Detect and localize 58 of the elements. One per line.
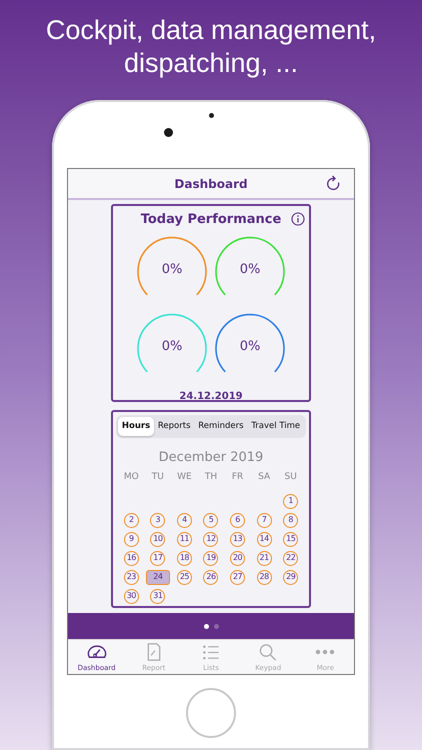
more-icon — [315, 649, 336, 655]
calendar-day[interactable]: 15 — [283, 532, 298, 547]
camera — [164, 128, 173, 137]
page-dot[interactable] — [204, 624, 208, 628]
calendar-day[interactable]: 22 — [283, 550, 298, 566]
weekday-label: FR — [230, 471, 244, 484]
info-icon[interactable] — [291, 212, 305, 226]
weekday-label: SA — [257, 471, 272, 484]
calendar-day[interactable]: 30 — [124, 588, 139, 604]
calendar-day[interactable]: 5 — [203, 512, 218, 528]
calendar-day[interactable]: 14 — [256, 532, 272, 547]
calendar-day[interactable]: 6 — [230, 512, 246, 528]
calendar-day[interactable]: 20 — [230, 550, 246, 566]
weekday-label: TU — [150, 471, 165, 484]
page-dot[interactable] — [214, 624, 218, 628]
segment-tab[interactable]: Hours — [118, 417, 154, 436]
calendar-day[interactable]: 29 — [283, 570, 298, 585]
calendar-day[interactable]: 9 — [124, 532, 139, 547]
gauge-value: 0% — [162, 260, 182, 279]
segment-tab[interactable]: Reminders — [194, 417, 248, 436]
calendar-day[interactable]: 27 — [230, 570, 246, 585]
segment-tab[interactable]: Travel Time — [247, 417, 304, 436]
month-title: December 2019 — [158, 448, 264, 467]
gauge-value: 0% — [240, 338, 260, 356]
calendar-day[interactable]: 16 — [124, 550, 139, 566]
calendar-day[interactable]: 17 — [150, 550, 166, 566]
card-title: Today Performance — [140, 211, 282, 229]
calendar-day[interactable]: 18 — [176, 550, 192, 566]
calendar-day[interactable]: 2 — [124, 512, 139, 528]
calendar-day[interactable]: 25 — [176, 570, 192, 585]
weekday-label: TH — [204, 471, 218, 484]
calendar-day[interactable]: 13 — [230, 532, 246, 547]
calendar-day[interactable]: 19 — [203, 550, 218, 566]
calendar-day[interactable]: 12 — [203, 532, 218, 547]
calendar-day[interactable]: 28 — [256, 570, 272, 585]
calendar-day[interactable]: 23 — [124, 570, 139, 585]
speaker — [208, 113, 214, 118]
weekday-label: WE — [176, 471, 193, 484]
calendar-day[interactable]: 7 — [256, 512, 272, 528]
date-label: 24.12.2019 — [178, 390, 244, 404]
screen-title: Dashboard — [174, 176, 248, 192]
calendar-day[interactable]: 3 — [150, 512, 166, 528]
calendar-day[interactable]: 26 — [203, 570, 218, 585]
calendar-day[interactable]: 31 — [150, 588, 166, 604]
calendar-day[interactable]: 8 — [283, 512, 298, 528]
gauge-value: 0% — [240, 260, 260, 279]
weekday-label: SU — [284, 471, 298, 484]
calendar-day[interactable]: 11 — [176, 532, 192, 547]
calendar-day[interactable]: 4 — [176, 512, 192, 528]
headline: Cockpit, data management, dispatching, ... — [44, 14, 378, 80]
calendar-day[interactable]: 10 — [150, 532, 166, 547]
segment-tab[interactable]: Reports — [154, 417, 194, 436]
calendar-day[interactable]: 24 — [146, 570, 170, 585]
weekday-label: MO — [122, 471, 140, 484]
refresh-icon[interactable] — [326, 175, 342, 193]
gauge-value: 0% — [162, 338, 182, 356]
calendar-day[interactable]: 21 — [256, 550, 272, 566]
calendar-day[interactable]: 1 — [283, 494, 298, 509]
